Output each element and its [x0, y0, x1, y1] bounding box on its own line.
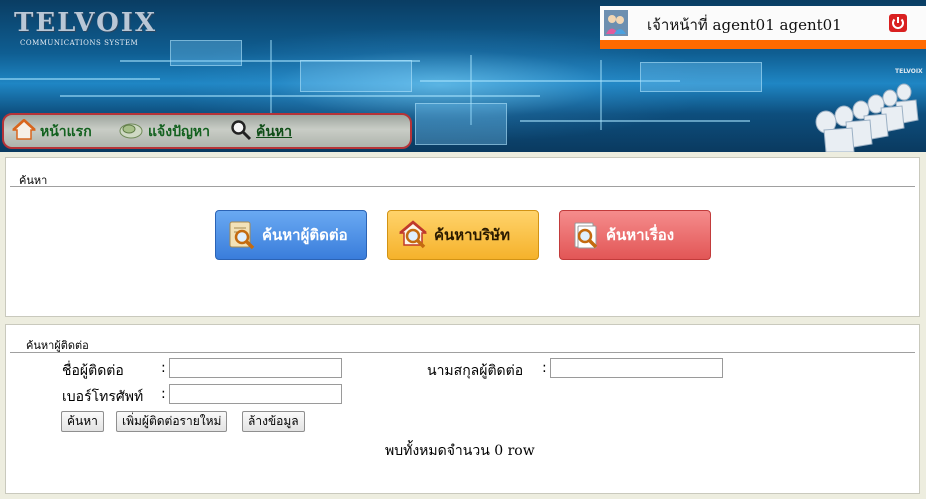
home-icon [12, 118, 36, 145]
user-label: เจ้าหน้าที่ agent01 agent01 [647, 16, 842, 34]
banner-circuit-line [60, 95, 540, 97]
nav-item-search[interactable]: ค้นหา [230, 120, 292, 144]
main-nav: หน้าแรก แจ้งปัญหา ค้นหา [2, 113, 412, 149]
phone-colon: : [161, 386, 166, 402]
contact-search-panel [5, 324, 920, 494]
add-contact-button[interactable]: เพิ่มผู้ติดต่อรายใหม่ [116, 411, 228, 432]
contact-search-icon [226, 219, 258, 251]
search-contact-label: ค้นหาผู้ติดต่อ [262, 226, 348, 244]
banner-panel [170, 40, 242, 66]
banner-panel [640, 62, 762, 92]
phone-input[interactable] [169, 384, 342, 404]
logout-icon[interactable] [889, 14, 907, 32]
banner-circuit-line [0, 78, 160, 80]
nav-item-label: ค้นหา [256, 124, 293, 140]
last-name-input[interactable] [550, 358, 723, 378]
nav-item-label: หน้าแรก [40, 124, 92, 140]
banner-circuit-line [600, 60, 602, 130]
clear-button[interactable]: ล้างข้อมูล [242, 411, 305, 432]
last-name-label: นามสกุลผู้ติดต่อ [427, 363, 524, 379]
contact-panel-divider [10, 352, 915, 353]
search-company-button[interactable]: ค้นหาบริษัท [387, 210, 539, 260]
story-search-icon [570, 219, 602, 251]
banner-circuit-line [520, 120, 750, 122]
nav-item-home[interactable]: หน้าแรก [12, 118, 92, 145]
company-search-icon [398, 219, 430, 251]
user-avatar-icon [604, 10, 628, 36]
search-button[interactable]: ค้นหา [61, 411, 104, 432]
user-bar-accent [600, 40, 926, 49]
banner-panel [300, 60, 412, 92]
call-center-agents-illustration [806, 70, 926, 153]
result-count: พบทั้งหมดจำนวน 0 row [385, 443, 535, 459]
search-company-label: ค้นหาบริษัท [434, 226, 510, 244]
first-name-input[interactable] [169, 358, 342, 378]
last-name-colon: : [542, 360, 547, 376]
nav-item-label: แจ้งปัญหา [148, 124, 210, 140]
banner-circuit-line [270, 40, 272, 120]
first-name-label: ชื่อผู้ติดต่อ [62, 363, 124, 379]
search-contact-button[interactable]: ค้นหาผู้ติดต่อ [215, 210, 367, 260]
first-name-colon: : [161, 360, 166, 376]
logo: TELVOIX [14, 8, 158, 38]
search-icon [230, 119, 252, 145]
corner-logo: TELVOIX [895, 68, 923, 75]
banner-panel [415, 103, 507, 145]
report-icon [118, 119, 144, 145]
logo-subtitle: COMMUNICATIONS SYSTEM [20, 39, 139, 47]
nav-item-report[interactable]: แจ้งปัญหา [118, 120, 210, 144]
search-panel-divider [10, 186, 915, 187]
phone-label: เบอร์โทรศัพท์ [62, 389, 144, 405]
search-story-button[interactable]: ค้นหาเรื่อง [559, 210, 711, 260]
search-story-label: ค้นหาเรื่อง [606, 226, 675, 244]
